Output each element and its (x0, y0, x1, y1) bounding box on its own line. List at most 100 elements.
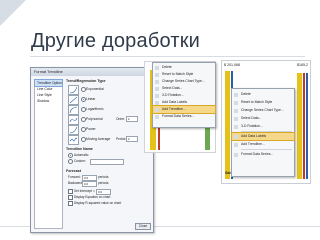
menu-item-label: Format Data Series... (162, 114, 195, 118)
intercept-field[interactable]: 0.0 (96, 188, 111, 195)
menu-item-label: Format Data Series... (241, 152, 274, 156)
order-field[interactable]: 2 (126, 116, 138, 122)
period-label: Period: (116, 136, 127, 141)
menu-item-label: 3-D Rotation... (241, 124, 263, 128)
menu-item-label: Reset to Match Style (162, 72, 194, 76)
radio-name-custom[interactable] (68, 159, 73, 164)
menu-separator (241, 131, 292, 132)
slide-corner-decoration (0, 0, 26, 26)
menu-separator (241, 149, 292, 150)
format-trendline-dialog: Format Trendline x Trendline Options Lin… (30, 67, 154, 233)
chart-context-menu: Delete Reset to Match Style Change Serie… (231, 88, 295, 177)
chart-type-icon (234, 108, 238, 113)
backward-label: Backward: (68, 181, 83, 185)
menu-item-label: 3-D Rotation... (162, 93, 184, 97)
set-intercept-checkbox[interactable] (68, 189, 73, 194)
option-label: Exponential (86, 86, 104, 91)
menu-item-reset-style[interactable]: Reset to Match Style (232, 99, 294, 106)
data-labels-icon (234, 134, 238, 139)
display-equation-checkbox[interactable] (68, 195, 73, 200)
display-r2-label: Display R-squared value on chart (74, 201, 122, 205)
menu-item-label: Delete (241, 92, 251, 96)
name-custom-label: Custom: (74, 159, 86, 163)
title-divider (30, 56, 305, 57)
menu-item-format-data-series[interactable]: Format Data Series... (153, 113, 215, 120)
menu-item-label: Reset to Match Style (241, 100, 273, 104)
menu-item-add-data-labels[interactable]: Add Data Labels (231, 132, 295, 141)
power-curve-icon (68, 125, 79, 135)
format-icon (155, 114, 159, 119)
chart-top-label-left: $ 201,068 (224, 63, 240, 67)
menu-item-select-data[interactable]: Select Data... (153, 85, 215, 92)
order-label: Order: (116, 116, 126, 121)
radio-name-automatic[interactable] (68, 153, 73, 158)
custom-name-field[interactable] (90, 159, 124, 165)
option-label: Linear (86, 96, 96, 101)
page-title: Другие доработки (31, 30, 201, 52)
close-button[interactable]: Close (135, 223, 151, 230)
format-icon (234, 152, 238, 157)
menu-item-add-trendline[interactable]: Add Trendline... (152, 105, 216, 114)
menu-item-label: Add Data Labels (162, 100, 188, 104)
name-automatic-label: Automatic: (74, 153, 90, 157)
moving-average-icon (68, 135, 79, 145)
logarithmic-curve-icon (68, 105, 79, 115)
reset-icon (234, 100, 238, 105)
menu-item-label: Add Data Labels (241, 134, 267, 138)
rotation-icon (234, 124, 238, 129)
select-data-icon (234, 116, 238, 121)
section-heading-type: Trend/Regression Type (66, 79, 106, 83)
section-heading-forecast: Forecast (66, 169, 81, 173)
menu-item-format-data-series[interactable]: Format Data Series... (232, 151, 294, 158)
chart-bar-yellow (225, 71, 230, 179)
menu-item-label: Add Trendline... (241, 142, 265, 146)
forward-label: Forward: (68, 175, 81, 179)
exponential-curve-icon (68, 85, 79, 95)
set-intercept-label: Set Intercept = (74, 189, 95, 193)
display-r2-checkbox[interactable] (68, 201, 73, 206)
menu-item-label: Select Data... (241, 116, 262, 120)
polynomial-curve-icon (68, 115, 79, 125)
chart-bar-blue-right (306, 73, 308, 179)
rotation-icon (155, 93, 159, 98)
dialog-titlebar: Format Trendline x (31, 68, 153, 76)
section-heading-name: Trendline Name (66, 147, 93, 151)
menu-item-label: Change Series Chart Type... (241, 108, 284, 112)
linear-line-icon (68, 95, 79, 105)
menu-item-3d-rotation[interactable]: 3-D Rotation... (153, 92, 215, 99)
menu-item-add-data-labels[interactable]: Add Data Labels (153, 99, 215, 106)
forward-periods-label: periods (98, 175, 109, 179)
series-context-menu: Delete Reset to Match Style Change Serie… (152, 62, 216, 128)
menu-item-change-chart-type[interactable]: Change Series Chart Type... (153, 78, 215, 85)
menu-item-delete[interactable]: Delete (153, 64, 215, 71)
menu-item-label: Add Trendline... (162, 107, 186, 111)
menu-item-label: Select Data... (162, 86, 183, 90)
trendline-icon (234, 142, 238, 147)
option-label: Polynomial (86, 116, 103, 121)
trendline-options-panel: Trend/Regression Type Exponential Linear… (64, 79, 150, 227)
menu-item-reset-style[interactable]: Reset to Match Style (153, 71, 215, 78)
trendline-icon (155, 107, 159, 112)
chart-top-label-right: $165,2 (297, 63, 308, 67)
display-equation-label: Display Equation on chart (74, 195, 111, 199)
nav-item-shadow[interactable]: Shadow (35, 98, 62, 104)
chart-bar-red-right (303, 73, 305, 179)
backward-periods-label: periods (98, 181, 109, 185)
menu-item-add-trendline[interactable]: Add Trendline... (232, 141, 294, 148)
menu-item-change-chart-type[interactable]: Change Series Chart Type... (232, 107, 294, 114)
menu-item-label: Change Series Chart Type... (162, 79, 205, 83)
delete-icon (155, 65, 159, 70)
backward-field[interactable]: 0.0 (82, 180, 97, 187)
option-label: Moving Average (86, 136, 111, 141)
menu-item-label: Delete (162, 65, 172, 69)
select-data-icon (155, 86, 159, 91)
dialog-title: Format Trendline (34, 70, 63, 74)
data-labels-icon (155, 100, 159, 105)
period-field[interactable]: 2 (126, 136, 138, 142)
chart-type-icon (155, 79, 159, 84)
option-label: Power (86, 126, 96, 131)
menu-item-select-data[interactable]: Select Data... (232, 115, 294, 122)
menu-item-3d-rotation[interactable]: 3-D Rotation... (232, 123, 294, 130)
option-label: Logarithmic (86, 106, 104, 111)
menu-item-delete[interactable]: Delete (232, 91, 294, 98)
